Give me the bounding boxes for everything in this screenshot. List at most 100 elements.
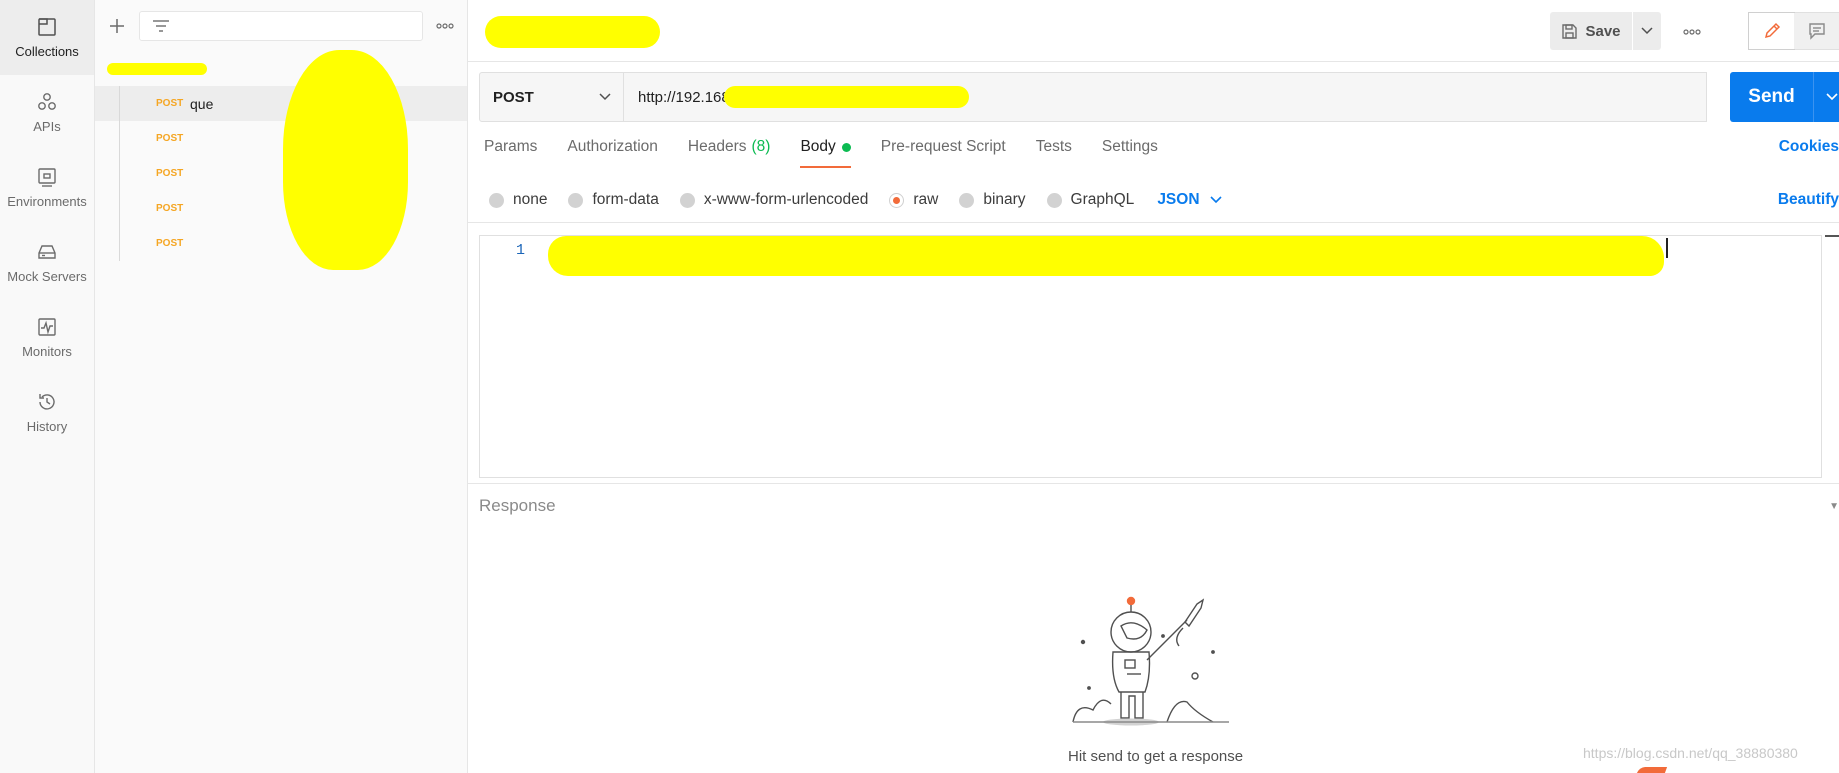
save-icon xyxy=(1562,23,1578,39)
body-indicator-dot xyxy=(841,142,851,152)
empty-response-text: Hit send to get a response xyxy=(1068,748,1244,765)
rail-item-apis[interactable]: APIs xyxy=(0,75,94,150)
radio-button xyxy=(489,192,504,208)
radio-button xyxy=(568,192,584,208)
tab-params[interactable]: Params xyxy=(484,138,537,166)
plus-icon xyxy=(110,19,124,33)
tab-pre-request-script[interactable]: Pre-request Script xyxy=(881,138,1006,166)
astronaut-illustration xyxy=(1072,596,1229,726)
radio-button xyxy=(959,192,975,208)
request-list: POST que POST POST POST POST xyxy=(95,86,467,261)
corner-accent xyxy=(1636,767,1668,773)
collections-sidebar: POST que POST POST POST POST xyxy=(95,0,468,773)
send-group: Send xyxy=(1730,72,1839,122)
rail-label: APIs xyxy=(33,119,61,134)
request-item[interactable]: POST xyxy=(95,191,467,226)
mock-servers-icon xyxy=(38,245,56,259)
cookies-link[interactable]: Cookies xyxy=(1779,138,1839,156)
rail-label: Mock Servers xyxy=(7,269,87,284)
request-item[interactable]: POST xyxy=(95,156,467,191)
redaction-blob xyxy=(283,50,408,270)
filter-field[interactable] xyxy=(139,11,423,41)
code-editor[interactable]: 1 xyxy=(479,235,1822,478)
tab-headers[interactable]: Headers (8) xyxy=(688,138,771,166)
save-label: Save xyxy=(1585,22,1621,40)
rail-label: Monitors xyxy=(22,344,72,359)
pencil-icon xyxy=(1764,22,1780,39)
request-title-redacted xyxy=(485,16,660,48)
radio-button xyxy=(1046,192,1062,208)
radio-label: GraphQL xyxy=(1070,191,1135,208)
request-method: POST xyxy=(156,133,184,144)
watermark-text: https://blog.csdn.net/qq_38880380 xyxy=(1583,745,1798,761)
sidebar-more-button[interactable] xyxy=(433,14,457,38)
tab-authorization[interactable]: Authorization xyxy=(567,138,657,166)
rail-label: Collections xyxy=(15,44,79,59)
request-item[interactable]: POST xyxy=(95,121,467,156)
response-header[interactable]: Response ▼ xyxy=(479,494,1839,518)
save-button[interactable]: Save xyxy=(1550,12,1632,50)
history-icon xyxy=(39,394,55,410)
tab-label: Body xyxy=(800,138,836,155)
editor-scrollbar[interactable] xyxy=(1825,235,1839,237)
filter-input[interactable] xyxy=(178,18,410,34)
url-field[interactable] xyxy=(624,72,1707,122)
request-more-button[interactable] xyxy=(1680,20,1704,44)
filter-icon xyxy=(153,20,169,32)
body-type-raw[interactable]: raw xyxy=(889,191,938,209)
body-editor-panel: 1 xyxy=(468,222,1839,484)
radio-button-checked xyxy=(889,192,905,208)
chevron-down-icon xyxy=(599,93,611,101)
sidebar-toolbar xyxy=(95,0,467,52)
send-options-button[interactable] xyxy=(1813,72,1839,122)
new-collection-button[interactable] xyxy=(105,14,129,38)
chevron-down-icon xyxy=(1826,93,1838,101)
body-type-none[interactable]: none xyxy=(489,191,547,209)
tab-tests[interactable]: Tests xyxy=(1036,138,1072,166)
rail-item-mock-servers[interactable]: Mock Servers xyxy=(0,225,94,300)
comments-mode-button[interactable] xyxy=(1794,13,1839,49)
text-cursor xyxy=(1666,238,1668,258)
rail-item-history[interactable]: History xyxy=(0,375,94,450)
chevron-down-icon xyxy=(1641,27,1653,35)
raw-language-select[interactable]: JSON xyxy=(1157,191,1222,209)
collections-icon xyxy=(38,18,56,36)
method-select[interactable]: POST xyxy=(479,72,624,122)
collection-folder[interactable] xyxy=(95,52,467,86)
save-options-button[interactable] xyxy=(1633,12,1661,50)
url-redacted xyxy=(724,86,969,108)
request-editor: Save POST Send xyxy=(468,0,1839,773)
body-type-graphql[interactable]: GraphQL xyxy=(1046,191,1135,209)
request-method: POST xyxy=(156,98,184,109)
radio-label: none xyxy=(513,191,548,208)
more-horizontal-icon xyxy=(1683,29,1701,35)
rail-label: History xyxy=(26,419,68,434)
line-number: 1 xyxy=(516,242,526,259)
rail-item-collections[interactable]: Collections xyxy=(0,0,94,75)
code-redacted xyxy=(548,236,1664,276)
beautify-button[interactable]: Beautify xyxy=(1778,191,1839,209)
rail-item-monitors[interactable]: Monitors xyxy=(0,300,94,375)
monitors-icon xyxy=(38,318,56,336)
save-group: Save xyxy=(1550,12,1661,50)
rail-item-environments[interactable]: Environments xyxy=(0,150,94,225)
radio-label: form-data xyxy=(592,191,659,208)
headers-count: (8) xyxy=(751,138,771,155)
language-value: JSON xyxy=(1157,191,1200,208)
request-topbar: Save xyxy=(468,0,1839,62)
send-button[interactable]: Send xyxy=(1730,72,1813,122)
body-type-urlencoded[interactable]: x-www-form-urlencoded xyxy=(679,191,869,209)
rail-label: Environments xyxy=(7,194,87,209)
tab-settings[interactable]: Settings xyxy=(1102,138,1158,166)
comment-icon xyxy=(1808,23,1825,40)
tab-body[interactable]: Body xyxy=(800,138,851,168)
request-name: que xyxy=(190,95,214,112)
request-item[interactable]: POST que xyxy=(95,86,467,121)
request-item[interactable]: POST xyxy=(95,226,467,261)
request-method: POST xyxy=(156,238,184,249)
collapse-caret-icon[interactable]: ▼ xyxy=(1829,501,1839,512)
body-type-binary[interactable]: binary xyxy=(959,191,1026,209)
edit-mode-button[interactable] xyxy=(1749,13,1794,49)
radio-label: x-www-form-urlencoded xyxy=(703,191,869,208)
body-type-form-data[interactable]: form-data xyxy=(568,191,659,209)
